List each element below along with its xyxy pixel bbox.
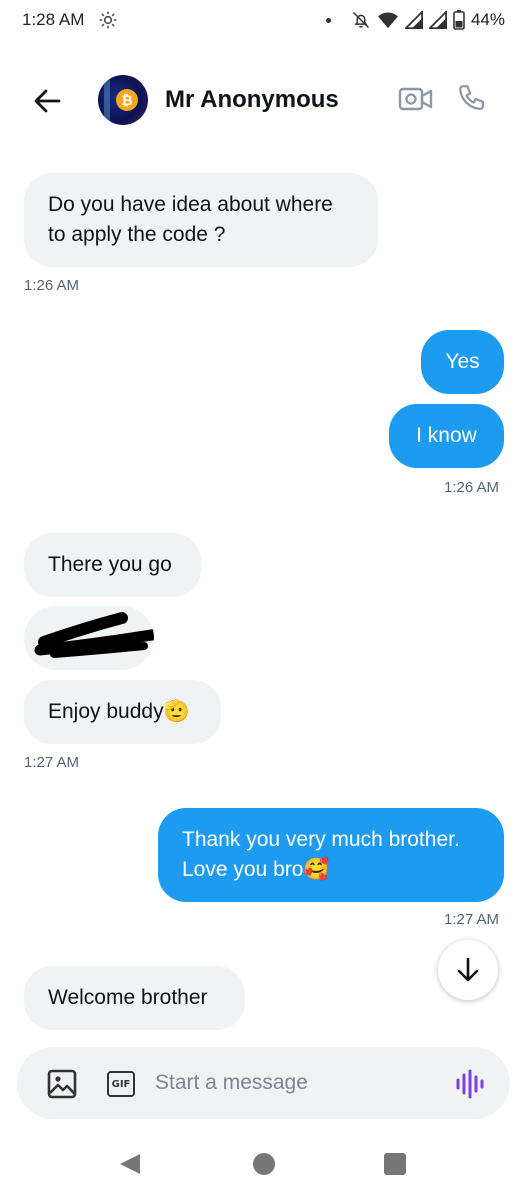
media-button[interactable] [47, 1069, 77, 1099]
message-received[interactable]: Welcome brother [24, 966, 245, 1030]
voice-wave-icon [456, 1069, 484, 1099]
phone-icon [459, 85, 485, 111]
nav-home-icon[interactable] [253, 1153, 275, 1175]
gif-button[interactable]: GIF [107, 1071, 135, 1097]
status-icons: 44% [325, 10, 505, 30]
back-button[interactable] [30, 84, 64, 118]
system-nav-bar [0, 1130, 527, 1200]
chat-header: ₿ Mr Anonymous [0, 62, 527, 138]
message-composer: GIF [17, 1047, 510, 1119]
status-time: 1:28 AM [22, 10, 85, 29]
message-received[interactable]: There you go [24, 533, 201, 597]
avatar[interactable]: ₿ [98, 75, 148, 125]
redaction-scribble [34, 612, 154, 658]
battery-icon [453, 10, 465, 30]
arrow-left-icon [34, 89, 61, 113]
message-timestamp: 1:26 AM [24, 277, 80, 294]
image-icon [47, 1069, 77, 1099]
redacted-message[interactable] [24, 606, 154, 670]
notification-dot [325, 17, 331, 23]
message-timestamp: 1:27 AM [444, 911, 500, 928]
message-input[interactable] [155, 1065, 435, 1101]
message-received[interactable]: Enjoy buddy🫡 [24, 680, 221, 744]
wifi-icon [378, 12, 398, 29]
nav-recents-icon[interactable] [384, 1153, 406, 1175]
arrow-down-icon [457, 957, 479, 982]
contact-name[interactable]: Mr Anonymous [165, 86, 339, 114]
bitcoin-coin-icon: ₿ [116, 89, 138, 111]
message-sent[interactable]: Thank you very much brother. Love you br… [158, 808, 504, 902]
signal-icon [404, 11, 423, 29]
scroll-to-bottom-button[interactable] [438, 940, 498, 1000]
message-sent[interactable]: I know [389, 404, 504, 468]
nav-back-icon[interactable] [118, 1152, 142, 1176]
battery-percent: 44% [470, 10, 505, 29]
message-received[interactable]: Do you have idea about where to apply th… [24, 173, 378, 267]
video-call-button[interactable] [398, 84, 434, 118]
voice-call-button[interactable] [456, 82, 492, 118]
message-timestamp: 1:27 AM [24, 754, 80, 771]
video-camera-icon [398, 87, 433, 111]
bell-off-icon [352, 11, 369, 29]
settings-gear-icon [100, 11, 117, 29]
message-sent[interactable]: Yes [421, 330, 504, 394]
status-bar: 1:28 AM 44% [0, 0, 527, 40]
voice-message-button[interactable] [455, 1069, 487, 1099]
avatar-stripe [104, 75, 110, 125]
message-timestamp: 1:26 AM [444, 479, 500, 496]
signal-icon [428, 11, 447, 29]
